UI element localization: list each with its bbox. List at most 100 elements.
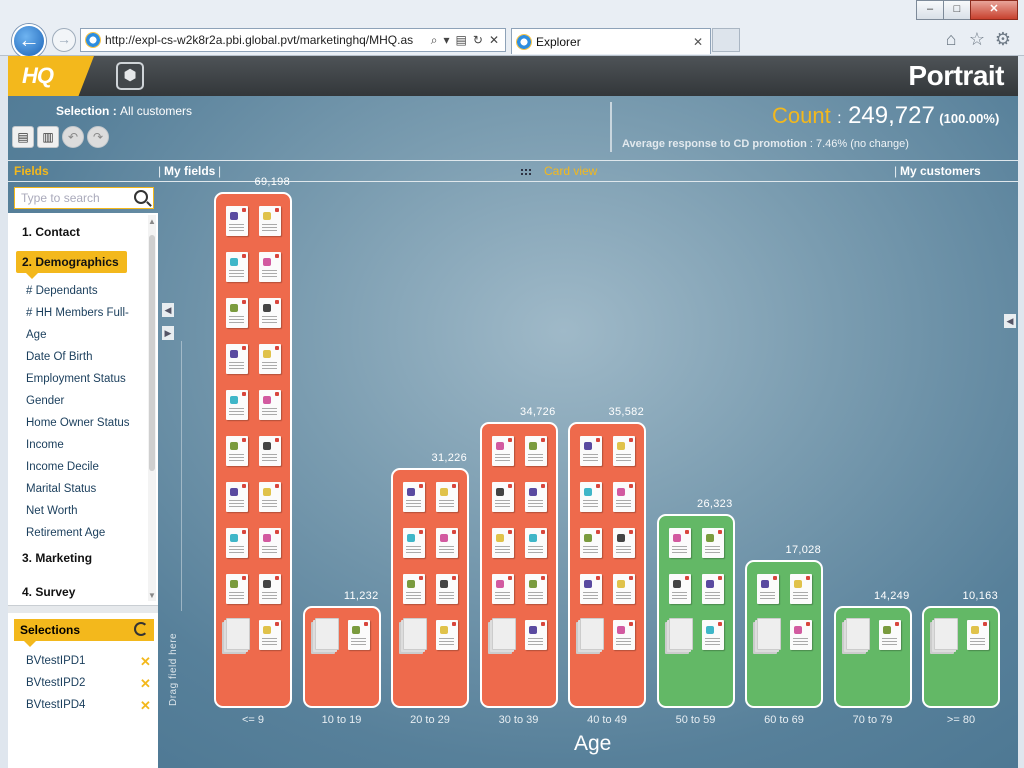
bar-3[interactable] (479, 422, 558, 708)
refresh-icon[interactable]: ↻ (473, 33, 483, 48)
customer-card[interactable] (524, 620, 547, 650)
customer-card[interactable] (259, 298, 281, 328)
card-flag-icon (983, 622, 987, 626)
bar-6[interactable] (745, 560, 823, 708)
customer-card[interactable] (967, 620, 989, 650)
gear-icon[interactable]: ⚙ (992, 28, 1014, 50)
customer-card[interactable] (259, 482, 281, 512)
new-tab-button[interactable] (712, 28, 740, 52)
card-flag-icon (684, 576, 689, 580)
home-icon[interactable]: ⌂ (940, 28, 962, 50)
minimize-button[interactable]: – (916, 0, 944, 20)
bar-total-label: 11,232 (343, 590, 379, 602)
customer-card[interactable] (580, 574, 602, 604)
customer-card[interactable] (524, 436, 547, 466)
card-stack[interactable] (934, 618, 958, 650)
hexagon-settings-icon[interactable]: ⬢ (116, 62, 144, 90)
customer-card[interactable] (226, 206, 248, 236)
customer-card[interactable] (613, 620, 635, 650)
customer-card[interactable] (491, 574, 514, 604)
customer-card[interactable] (790, 574, 812, 604)
card-flag-icon (242, 576, 246, 580)
customer-card[interactable] (580, 436, 602, 466)
card-stack[interactable] (580, 618, 604, 650)
address-url[interactable]: http://expl-cs-w2k8r2a.pbi.global.pvt/ma… (105, 33, 425, 47)
browser-tab[interactable]: Explorer ✕ (511, 28, 711, 54)
customer-card[interactable] (259, 390, 281, 420)
customer-card[interactable] (226, 482, 248, 512)
customer-card[interactable] (790, 620, 812, 650)
customer-card[interactable] (580, 528, 602, 558)
customer-card[interactable] (259, 344, 281, 374)
customer-card[interactable] (491, 436, 514, 466)
stop-icon[interactable]: ✕ (489, 33, 499, 48)
customer-card[interactable] (259, 206, 281, 236)
customer-card[interactable] (259, 252, 281, 282)
customer-card[interactable] (347, 620, 370, 650)
hq-logo[interactable]: HQ (8, 56, 94, 96)
x-tick-label: 70 to 79 (852, 714, 893, 726)
x-tick-label: 40 to 49 (587, 714, 627, 726)
bar-2[interactable] (391, 468, 469, 708)
customer-card[interactable] (613, 528, 635, 558)
customer-card[interactable] (259, 436, 281, 466)
customer-card[interactable] (436, 528, 458, 558)
card-stack[interactable] (757, 618, 781, 650)
customer-card[interactable] (524, 574, 547, 604)
bar-8[interactable] (922, 606, 1000, 708)
card-stack[interactable] (668, 618, 693, 650)
customer-card[interactable] (226, 252, 248, 282)
customer-card[interactable] (524, 528, 547, 558)
customer-card[interactable] (491, 482, 514, 512)
back-button[interactable]: ← (12, 24, 46, 58)
customer-card[interactable] (403, 528, 425, 558)
tab-close-icon[interactable]: ✕ (690, 35, 706, 49)
customer-card[interactable] (668, 574, 691, 604)
customer-card[interactable] (226, 436, 248, 466)
customer-card[interactable] (259, 574, 281, 604)
bar-5[interactable] (656, 514, 735, 708)
customer-card[interactable] (436, 574, 458, 604)
bar-0[interactable] (214, 192, 292, 708)
forward-button[interactable]: → (52, 28, 76, 52)
customer-card[interactable] (436, 482, 458, 512)
compat-icon[interactable]: ▤ (456, 33, 467, 48)
customer-card[interactable] (259, 620, 281, 650)
card-stack[interactable] (314, 618, 339, 650)
bar-4[interactable] (568, 422, 646, 708)
customer-card[interactable] (226, 298, 248, 328)
customer-card[interactable] (491, 528, 514, 558)
customer-card[interactable] (613, 574, 635, 604)
card-stack[interactable] (226, 618, 250, 650)
close-window-button[interactable]: ✕ (970, 0, 1018, 20)
star-icon[interactable]: ☆ (966, 28, 988, 50)
card-stack[interactable] (403, 618, 427, 650)
customer-card[interactable] (524, 482, 547, 512)
card-stack[interactable] (845, 618, 870, 650)
customer-card[interactable] (613, 436, 635, 466)
customer-card[interactable] (613, 482, 635, 512)
customer-card[interactable] (580, 482, 602, 512)
customer-card[interactable] (226, 528, 248, 558)
bar-7[interactable] (833, 606, 912, 708)
maximize-button[interactable]: □ (943, 0, 971, 20)
customer-card[interactable] (226, 344, 248, 374)
customer-card[interactable] (259, 528, 281, 558)
customer-card[interactable] (226, 390, 248, 420)
card-stack[interactable] (491, 618, 516, 650)
customer-card[interactable] (403, 482, 425, 512)
dropdown-icon[interactable]: ▾ (444, 33, 450, 48)
customer-card[interactable] (878, 620, 901, 650)
bar-1[interactable] (302, 606, 381, 708)
address-bar[interactable]: http://expl-cs-w2k8r2a.pbi.global.pvt/ma… (80, 28, 506, 52)
customer-card[interactable] (436, 620, 458, 650)
customer-card[interactable] (701, 528, 724, 558)
customer-card[interactable] (668, 528, 691, 558)
customer-card[interactable] (757, 574, 779, 604)
customer-card[interactable] (403, 574, 425, 604)
customer-card[interactable] (226, 574, 248, 604)
card-flag-icon (242, 530, 246, 534)
customer-card[interactable] (701, 574, 724, 604)
search-icon[interactable]: ⌕ (431, 33, 438, 48)
customer-card[interactable] (701, 620, 724, 650)
